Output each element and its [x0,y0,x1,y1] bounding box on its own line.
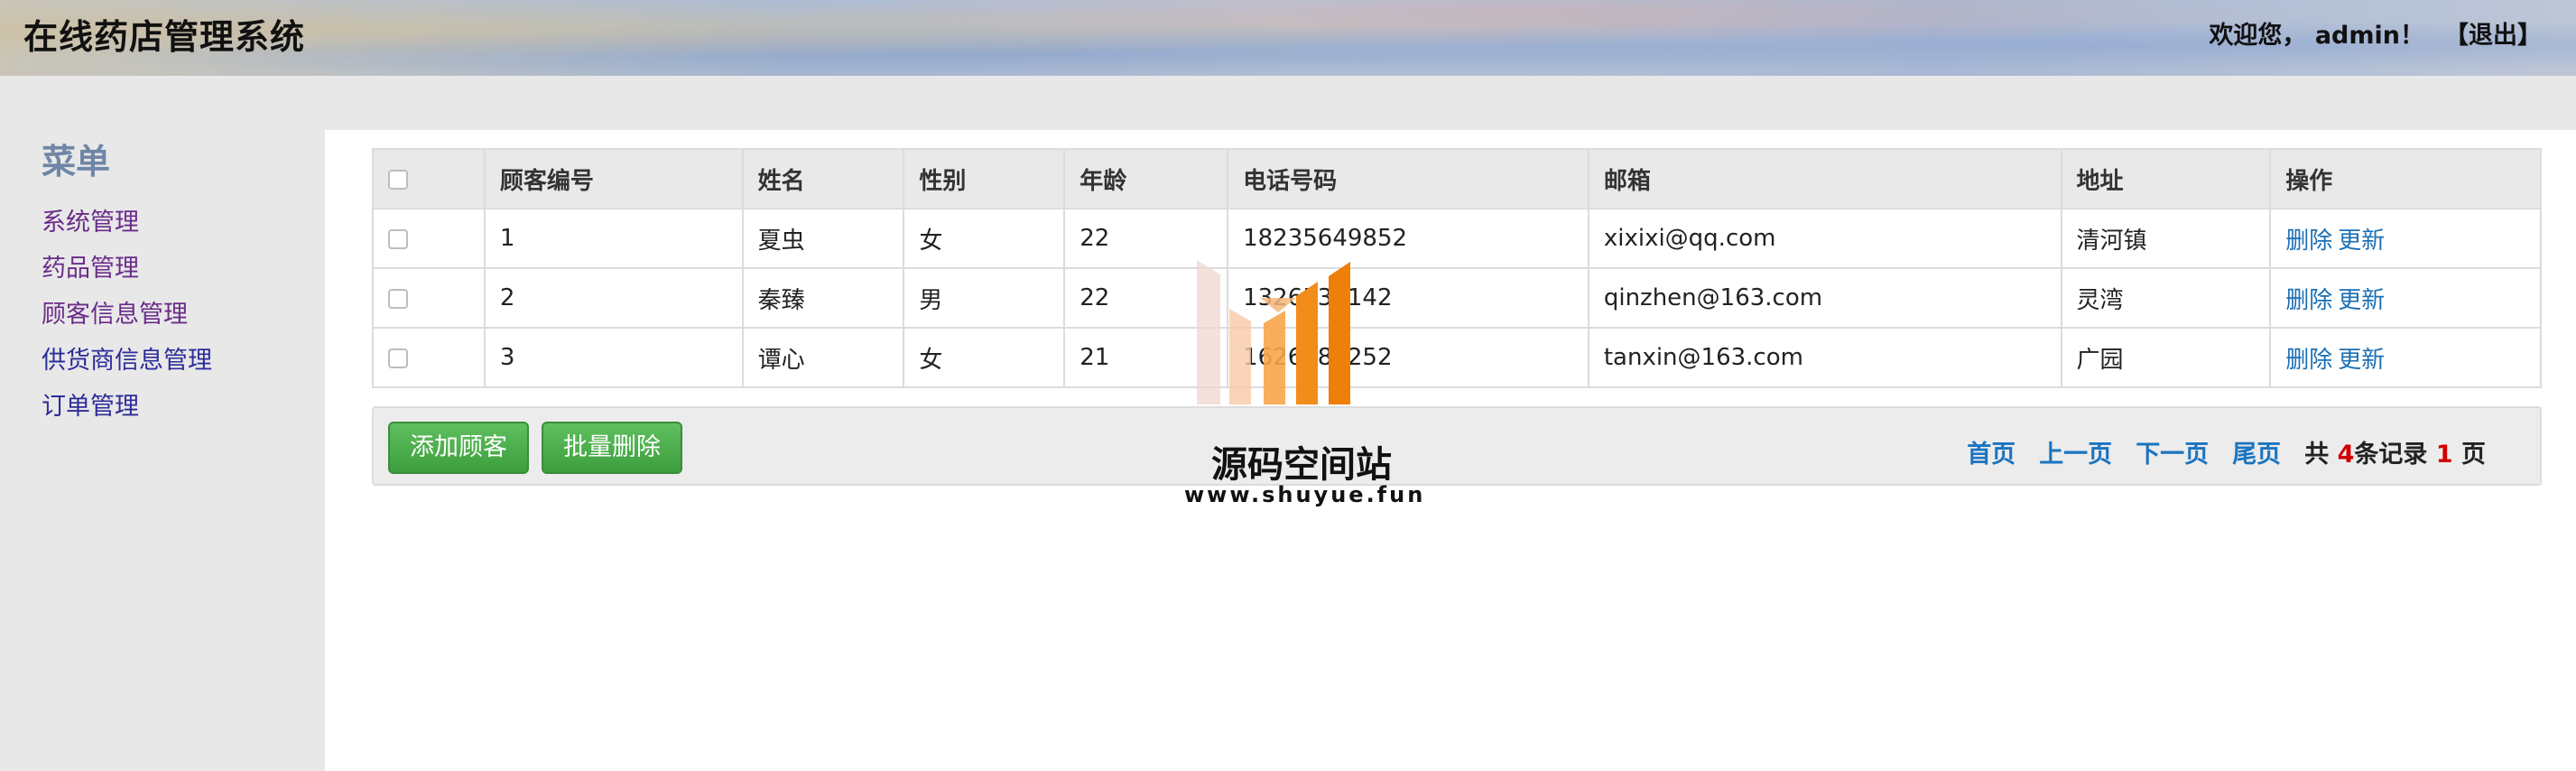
add-customer-button[interactable]: 添加顾客 [388,422,529,474]
table-row: 3 谭心 女 21 1626586252 tanxin@163.com 广园 删… [372,327,2542,388]
header-banner: 在线药店管理系统 欢迎您， admin！ 【退出】 [0,0,2576,76]
next-page-link[interactable]: 下一页 [2136,441,2209,469]
col-header-address: 地址 [2060,148,2272,209]
watermark-url: www.shuyue.fun [1184,482,1426,507]
cell-address: 清河镇 [2060,208,2272,269]
sidebar-item-drugs[interactable]: 药品管理 [42,248,139,283]
col-header-email: 邮箱 [1587,148,2062,209]
cell-address: 广园 [2060,327,2272,388]
prev-page-link[interactable]: 上一页 [2039,441,2112,469]
total-records-count: 4 [2337,441,2355,469]
total-prefix: 共 [2304,441,2330,469]
table-footer-bar: 添加顾客 批量删除 首页 上一页 下一页 尾页共 4条记录 1 页 [372,406,2542,486]
col-header-actions: 操作 [2269,148,2542,209]
update-link[interactable]: 更新 [2338,287,2385,314]
app-title: 在线药店管理系统 [23,17,306,57]
cell-email: tanxin@163.com [1587,327,2062,388]
cell-actions: 删除 更新 [2269,327,2542,388]
cell-name: 秦臻 [741,267,905,329]
col-header-id: 顾客编号 [483,148,744,209]
cell-gender: 男 [903,267,1066,329]
delete-link[interactable]: 删除 [2285,347,2332,374]
row-checkbox[interactable] [388,348,408,368]
last-page-link[interactable]: 尾页 [2232,441,2281,469]
cell-actions: 删除 更新 [2269,208,2542,269]
watermark-title: 源码空间站 [1211,444,1392,486]
sidebar-item-orders[interactable]: 订单管理 [42,386,139,422]
select-all-checkbox[interactable] [388,169,408,190]
sidebar-item-system[interactable]: 系统管理 [42,202,139,237]
welcome-text: 欢迎您， admin！ [2209,22,2424,50]
delete-link[interactable]: 删除 [2285,228,2332,255]
row-checkbox[interactable] [388,288,408,309]
table-row: 1 夏虫 女 22 18235649852 xixixi@qq.com 清河镇 … [372,208,2542,269]
batch-delete-button[interactable]: 批量删除 [542,422,682,474]
cell-name: 夏虫 [741,208,905,269]
row-select-cell[interactable] [372,327,486,388]
cell-id: 2 [483,267,744,329]
top-band [0,76,2576,130]
cell-gender: 女 [903,327,1066,388]
cell-id: 1 [483,208,744,269]
pagination: 首页 上一页 下一页 尾页共 4条记录 1 页 [1967,434,2486,469]
cell-email: xixixi@qq.com [1587,208,2062,269]
customer-table: 顾客编号 姓名 性别 年龄 电话号码 邮箱 地址 操作 1 夏虫 女 22 18… [372,148,2542,388]
sidebar-item-suppliers[interactable]: 供货商信息管理 [42,340,212,376]
table-row: 2 秦臻 男 22 1326532142 qinzhen@163.com 灵湾 … [372,267,2542,329]
row-select-cell[interactable] [372,208,486,269]
total-pages-count: 1 [2435,441,2453,469]
col-header-phone: 电话号码 [1227,148,1589,209]
watermark-logo-icon [1197,260,1350,404]
logout-link[interactable]: 【退出】 [2444,15,2542,51]
col-header-gender: 性别 [903,148,1066,209]
row-select-cell[interactable] [372,267,486,329]
cell-address: 灵湾 [2060,267,2272,329]
col-header-age: 年龄 [1063,148,1229,209]
menu-title: 菜单 [42,142,111,181]
watermark: 源码空间站 www.shuyue.fun [1184,255,1426,525]
col-header-name: 姓名 [741,148,905,209]
cell-name: 谭心 [741,327,905,388]
update-link[interactable]: 更新 [2338,228,2385,255]
row-checkbox[interactable] [388,228,408,249]
cell-email: qinzhen@163.com [1587,267,2062,329]
pages-suffix: 页 [2461,441,2486,469]
cell-id: 3 [483,327,744,388]
select-all-cell[interactable] [372,148,486,209]
cell-actions: 删除 更新 [2269,267,2542,329]
sidebar-item-customers[interactable]: 顾客信息管理 [42,294,188,330]
cell-gender: 女 [903,208,1066,269]
table-header-row: 顾客编号 姓名 性别 年龄 电话号码 邮箱 地址 操作 [372,148,2542,209]
sidebar: 菜单 系统管理 药品管理 顾客信息管理 供货商信息管理 订单管理 [0,130,325,771]
first-page-link[interactable]: 首页 [1967,441,2015,469]
delete-link[interactable]: 删除 [2285,287,2332,314]
update-link[interactable]: 更新 [2338,347,2385,374]
records-suffix: 条记录 [2354,441,2428,469]
